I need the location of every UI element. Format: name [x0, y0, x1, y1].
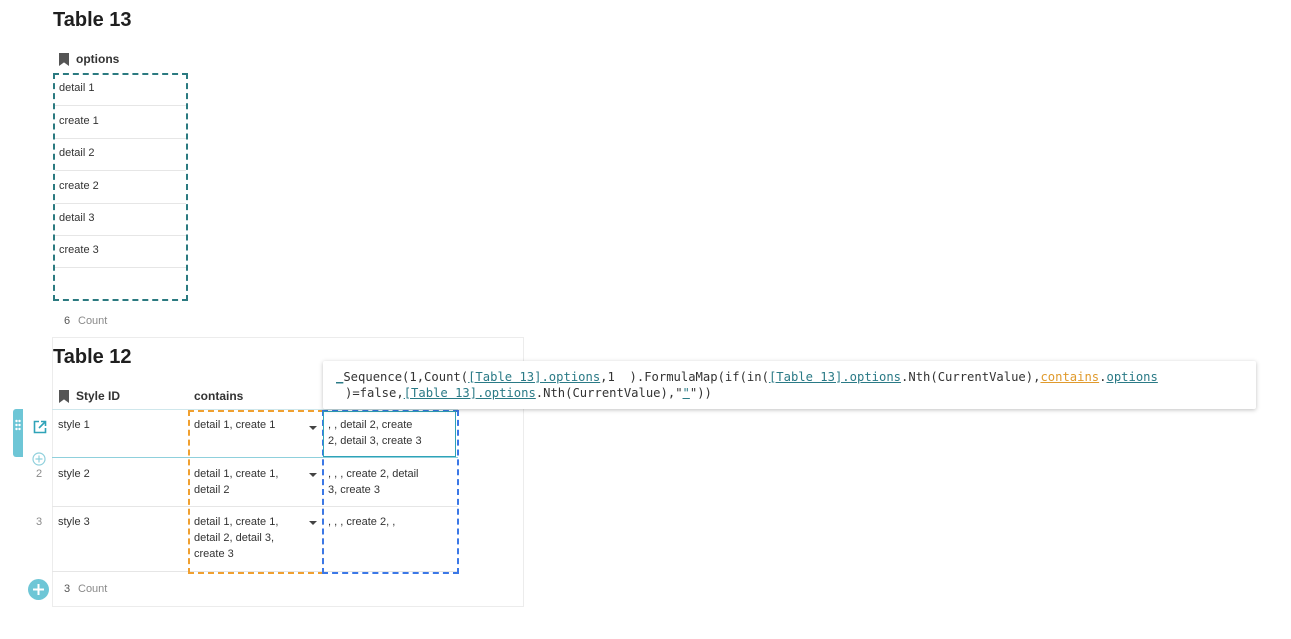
- row-divider: [55, 170, 186, 171]
- list-item[interactable]: create 1: [59, 113, 99, 129]
- contains-value-line: detail 1, create 1,: [194, 468, 279, 480]
- formula-reference[interactable]: options: [1106, 370, 1157, 384]
- table13-count-value: 6: [64, 315, 71, 327]
- dropdown-caret-icon[interactable]: [309, 473, 317, 477]
- table-cell-formula[interactable]: , , , create 2, detail 3, create 3: [328, 466, 419, 498]
- formula-text: .Nth(CurrentValue),": [535, 386, 683, 400]
- formula-editor-line-2: )=false,[Table 13].options.Nth(CurrentVa…: [345, 385, 712, 401]
- table-cell-formula[interactable]: , , detail 2, create 2, detail 3, create…: [328, 417, 422, 449]
- row-number: 3: [36, 516, 43, 528]
- table-cell-contains[interactable]: detail 1, create 1, detail 2, detail 3, …: [194, 514, 278, 562]
- formula-text: Sequence(1,Count(: [343, 370, 469, 384]
- list-item[interactable]: create 3: [59, 242, 99, 258]
- row-divider: [55, 105, 186, 106]
- table-cell-formula[interactable]: , , , create 2, ,: [328, 514, 395, 530]
- table12-count-value: 3: [64, 583, 71, 595]
- formula-editor[interactable]: _Sequence(1,Count([Table 13].options,1 )…: [323, 361, 1256, 409]
- contains-value-line: detail 1, create 1: [194, 419, 276, 431]
- row-divider: [55, 203, 186, 204]
- row-divider: [55, 267, 186, 268]
- formula-value-line: , , , create 2, detail: [328, 468, 419, 480]
- table-cell-style-id[interactable]: style 2: [58, 466, 90, 482]
- formula-value-line: , , detail 2, create: [328, 419, 413, 431]
- list-item[interactable]: detail 3: [59, 210, 94, 226]
- open-row-icon[interactable]: [33, 420, 47, 439]
- formula-text: ")): [689, 386, 712, 400]
- table-cell-style-id[interactable]: style 1: [58, 417, 90, 433]
- table-cell-contains[interactable]: detail 1, create 1: [194, 417, 275, 433]
- row-divider: [55, 235, 186, 236]
- drag-handle-icon[interactable]: [13, 409, 23, 457]
- contains-value-line: detail 1, create 1,: [194, 516, 279, 528]
- bookmark-icon: [59, 53, 69, 66]
- table13-title: Table 13: [53, 9, 132, 31]
- row-number: 2: [36, 468, 43, 480]
- table13-column-header-options[interactable]: options: [76, 52, 119, 66]
- contains-value-line: create 3: [194, 548, 234, 560]
- formula-value-line: , , , create 2, ,: [328, 516, 396, 528]
- formula-text: ,1 ).FormulaMap(if(in(: [600, 370, 769, 384]
- table12-column-header-contains[interactable]: contains: [194, 389, 243, 403]
- formula-editor-line-1: _Sequence(1,Count([Table 13].options,1 )…: [336, 369, 1158, 385]
- list-item[interactable]: detail 1: [59, 80, 94, 96]
- formula-string-literal[interactable]: ": [683, 386, 690, 400]
- dropdown-caret-icon[interactable]: [309, 521, 317, 525]
- list-item[interactable]: detail 2: [59, 145, 94, 161]
- formula-reference[interactable]: [Table 13].options: [769, 370, 901, 384]
- formula-value-line: 2, detail 3, create 3: [328, 435, 422, 447]
- formula-reference[interactable]: contains: [1040, 370, 1099, 384]
- table12-count-label[interactable]: Count: [78, 583, 107, 595]
- formula-text: .Nth(CurrentValue),: [901, 370, 1041, 384]
- table12-title: Table 12: [53, 346, 132, 368]
- add-circle-icon[interactable]: [28, 579, 49, 600]
- row-divider: [55, 138, 186, 139]
- table-cell-contains[interactable]: detail 1, create 1, detail 2: [194, 466, 278, 498]
- formula-reference[interactable]: [Table 13].options: [404, 386, 536, 400]
- dropdown-caret-icon[interactable]: [309, 426, 317, 430]
- formula-reference[interactable]: [Table 13].options: [468, 370, 600, 384]
- formula-text: )=false,: [345, 386, 404, 400]
- contains-value-line: detail 2, detail 3,: [194, 532, 275, 544]
- formula-value-line: 3, create 3: [328, 484, 380, 496]
- contains-value-line: detail 2: [194, 484, 230, 496]
- table12-column-header-style-id[interactable]: Style ID: [76, 389, 120, 403]
- list-item[interactable]: create 2: [59, 178, 99, 194]
- table13-count-label[interactable]: Count: [78, 315, 107, 327]
- table-cell-style-id[interactable]: style 3: [58, 514, 90, 530]
